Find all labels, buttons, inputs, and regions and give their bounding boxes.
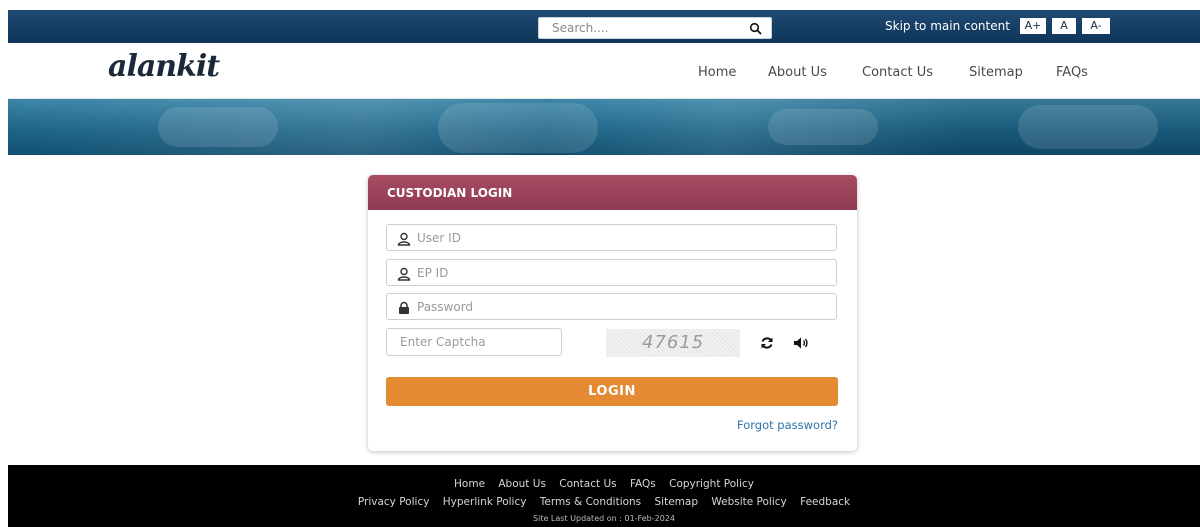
site-header: alankit Home About Us Contact Us Sitemap… (8, 43, 1200, 99)
user-icon (397, 266, 411, 281)
footer-link-feedback[interactable]: Feedback (800, 496, 850, 508)
footer-link-privacy-policy[interactable]: Privacy Policy (358, 496, 430, 508)
custodian-login-card: CUSTODIAN LOGIN 47615 (368, 175, 857, 451)
alankit-logo[interactable]: alankit (108, 49, 220, 84)
password-field (386, 293, 837, 320)
font-normal-button[interactable]: A (1052, 18, 1076, 34)
login-title: CUSTODIAN LOGIN (387, 186, 513, 200)
top-bar: Skip to main content A+ A A- (8, 10, 1200, 43)
ep-id-input[interactable] (417, 260, 827, 285)
password-input[interactable] (417, 294, 827, 319)
speaker-icon[interactable] (793, 335, 811, 349)
captcha-image: 47615 (606, 329, 740, 357)
search-box (538, 17, 772, 39)
nav-home[interactable]: Home (698, 65, 736, 80)
lock-icon (397, 300, 411, 314)
footer-link-faqs[interactable]: FAQs (630, 478, 656, 490)
footer-link-website-policy[interactable]: Website Policy (711, 496, 786, 508)
nav-contact-us[interactable]: Contact Us (862, 65, 933, 80)
login-button[interactable]: LOGIN (386, 377, 838, 406)
page-frame: Skip to main content A+ A A- alankit Hom… (8, 10, 1200, 527)
search-icon[interactable] (749, 21, 763, 35)
font-increase-button[interactable]: A+ (1020, 18, 1046, 34)
user-id-field (386, 224, 837, 251)
banner-shape (438, 103, 598, 153)
nav-about-us[interactable]: About Us (768, 65, 827, 80)
footer-link-copyright-policy[interactable]: Copyright Policy (669, 478, 754, 490)
card-header: CUSTODIAN LOGIN (368, 175, 857, 210)
banner-shape (158, 107, 278, 147)
footer-link-contact-us[interactable]: Contact Us (559, 478, 616, 490)
refresh-icon[interactable] (760, 335, 774, 349)
font-decrease-button[interactable]: A- (1082, 18, 1110, 34)
site-footer: Home About Us Contact Us FAQs Copyright … (8, 465, 1200, 527)
captcha-input[interactable] (387, 329, 561, 355)
banner-shape (1018, 105, 1158, 149)
user-id-input[interactable] (417, 225, 827, 250)
user-icon (397, 231, 411, 246)
footer-link-terms-conditions[interactable]: Terms & Conditions (540, 496, 641, 508)
ep-id-field (386, 259, 837, 286)
forgot-password-link[interactable]: Forgot password? (737, 418, 838, 432)
search-input[interactable] (539, 18, 739, 38)
footer-link-hyperlink-policy[interactable]: Hyperlink Policy (443, 496, 527, 508)
footer-link-about-us[interactable]: About Us (498, 478, 546, 490)
hero-banner (8, 99, 1200, 155)
footer-link-sitemap[interactable]: Sitemap (655, 496, 699, 508)
captcha-code: 47615 (642, 332, 705, 353)
nav-faqs[interactable]: FAQs (1056, 65, 1088, 80)
footer-link-home[interactable]: Home (454, 478, 485, 490)
skip-to-content-link[interactable]: Skip to main content (885, 19, 1010, 33)
footer-links-row-1: Home About Us Contact Us FAQs Copyright … (8, 478, 1200, 490)
site-last-updated: Site Last Updated on : 01-Feb-2024 (533, 514, 675, 523)
footer-links-row-2: Privacy Policy Hyperlink Policy Terms & … (8, 496, 1200, 508)
captcha-field (386, 328, 562, 356)
nav-sitemap[interactable]: Sitemap (969, 65, 1023, 80)
banner-shape (768, 109, 878, 145)
